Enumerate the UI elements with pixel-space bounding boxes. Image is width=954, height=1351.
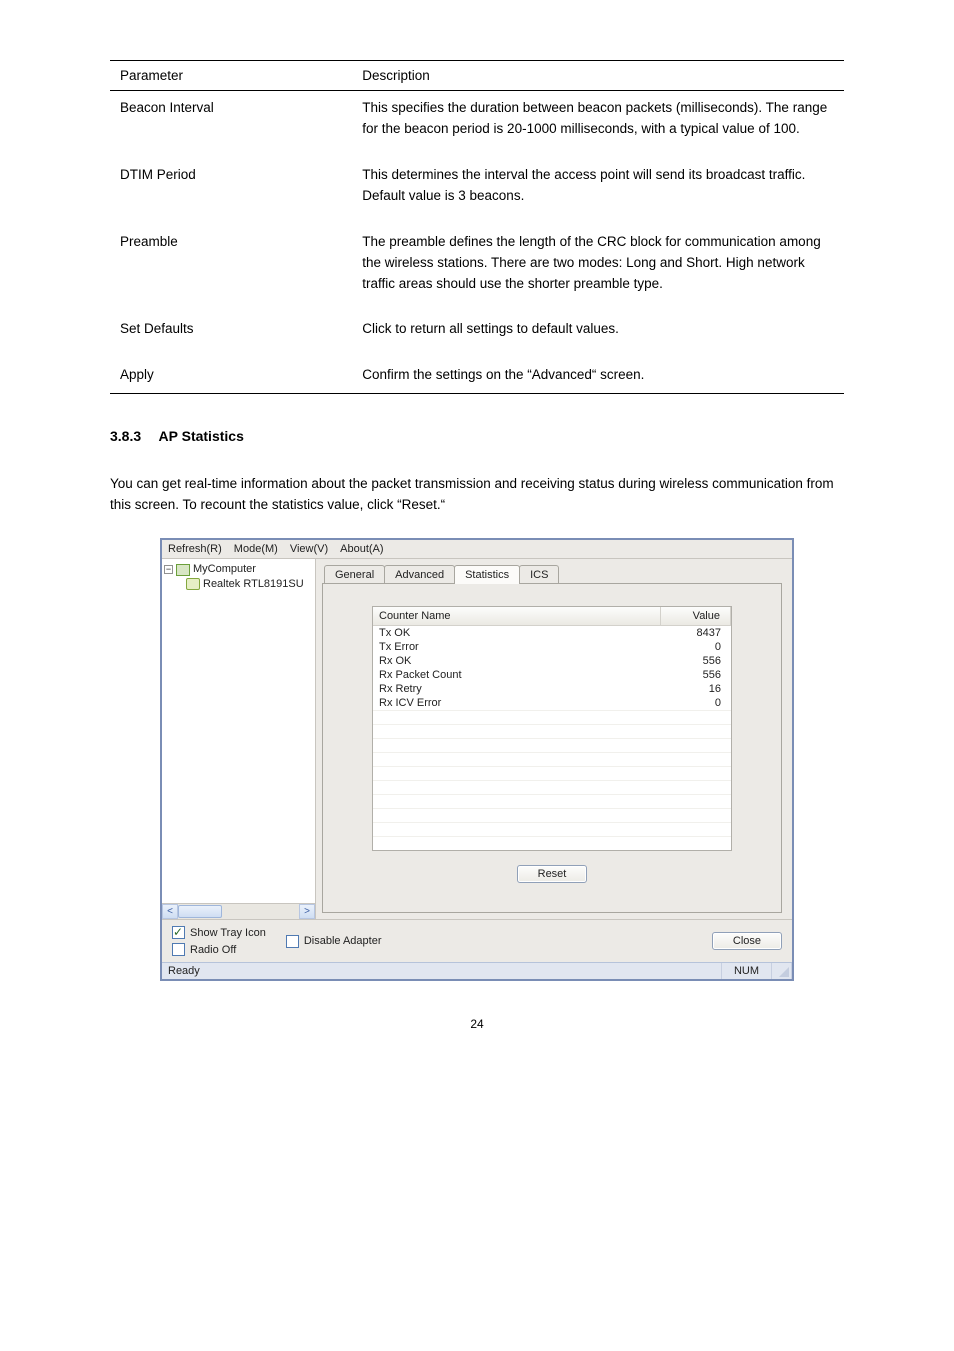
- param-name: DTIM Period: [110, 158, 352, 225]
- show-tray-label: Show Tray Icon: [190, 927, 266, 939]
- scroll-track[interactable]: [178, 904, 299, 919]
- tab-ics[interactable]: ICS: [519, 565, 559, 584]
- tab-body: Counter Name Value Tx OK 8437 Tx Error 0: [322, 583, 782, 913]
- counter-value: 16: [661, 682, 731, 696]
- list-item[interactable]: Rx OK 556: [373, 654, 731, 668]
- tabs: General Advanced Statistics ICS: [322, 565, 782, 584]
- computer-icon: [176, 564, 190, 576]
- checkbox-icon[interactable]: [286, 935, 299, 948]
- counter-name: Rx Retry: [373, 682, 661, 696]
- list-item[interactable]: Rx Retry 16: [373, 682, 731, 696]
- counter-value: 556: [661, 654, 731, 668]
- table-row: Beacon Interval This specifies the durat…: [110, 91, 844, 158]
- blank-rows: [373, 710, 731, 850]
- tab-advanced[interactable]: Advanced: [384, 565, 455, 584]
- header-parameter: Parameter: [110, 61, 352, 91]
- tab-statistics[interactable]: Statistics: [454, 565, 520, 584]
- list-item[interactable]: Tx Error 0: [373, 640, 731, 654]
- tree-pane: − MyComputer Realtek RTL8191SU < >: [162, 559, 316, 919]
- header-value[interactable]: Value: [661, 607, 731, 625]
- status-ready: Ready: [162, 963, 722, 979]
- close-button[interactable]: Close: [712, 932, 782, 950]
- section-number: 3.8.3: [110, 428, 141, 444]
- reset-button[interactable]: Reset: [517, 865, 588, 883]
- stats-rows: Tx OK 8437 Tx Error 0 Rx OK 556 Rx Pac: [373, 626, 731, 710]
- checkbox-icon[interactable]: [172, 943, 185, 956]
- app-window: Refresh(R) Mode(M) View(V) About(A) − My…: [160, 538, 794, 981]
- menu-refresh[interactable]: Refresh(R): [168, 543, 222, 555]
- tree-root[interactable]: − MyComputer: [164, 562, 313, 577]
- scroll-left-icon[interactable]: <: [162, 904, 178, 919]
- tab-general[interactable]: General: [324, 565, 385, 584]
- menu-view[interactable]: View(V): [290, 543, 328, 555]
- counter-name: Tx Error: [373, 640, 661, 654]
- param-name: Apply: [110, 358, 352, 393]
- header-description: Description: [352, 61, 844, 91]
- table-row: Set Defaults Click to return all setting…: [110, 312, 844, 358]
- table-row: DTIM Period This determines the interval…: [110, 158, 844, 225]
- param-desc: This specifies the duration between beac…: [352, 91, 844, 158]
- stats-header: Counter Name Value: [373, 607, 731, 626]
- list-item[interactable]: Rx ICV Error 0: [373, 696, 731, 710]
- param-desc: This determines the interval the access …: [352, 158, 844, 225]
- counter-value: 0: [661, 696, 731, 710]
- scroll-thumb[interactable]: [178, 905, 222, 918]
- param-desc: Click to return all settings to default …: [352, 312, 844, 358]
- tree-child[interactable]: Realtek RTL8191SU: [164, 577, 313, 592]
- table-row: Apply Confirm the settings on the “Advan…: [110, 358, 844, 393]
- menu-about[interactable]: About(A): [340, 543, 383, 555]
- counter-value: 556: [661, 668, 731, 682]
- intro-paragraph: You can get real-time information about …: [110, 474, 844, 516]
- status-num: NUM: [722, 963, 772, 979]
- bottom-bar: Show Tray Icon Radio Off Disable Adapter…: [162, 919, 792, 962]
- counter-name: Tx OK: [373, 626, 661, 640]
- resize-grip-icon[interactable]: [772, 963, 792, 979]
- counter-value: 8437: [661, 626, 731, 640]
- collapse-icon[interactable]: −: [164, 565, 173, 574]
- param-desc: Confirm the settings on the “Advanced“ s…: [352, 358, 844, 393]
- section-title: AP Statistics: [159, 428, 244, 444]
- tree-child-label: Realtek RTL8191SU: [203, 577, 304, 592]
- param-name: Preamble: [110, 225, 352, 313]
- content-pane: General Advanced Statistics ICS Counter …: [316, 559, 792, 919]
- header-counter-name[interactable]: Counter Name: [373, 607, 661, 625]
- stats-list[interactable]: Counter Name Value Tx OK 8437 Tx Error 0: [372, 606, 732, 851]
- page-number: 24: [110, 1017, 844, 1031]
- counter-name: Rx Packet Count: [373, 668, 661, 682]
- list-item[interactable]: Tx OK 8437: [373, 626, 731, 640]
- table-row: Preamble The preamble defines the length…: [110, 225, 844, 313]
- counter-name: Rx OK: [373, 654, 661, 668]
- radio-off-label: Radio Off: [190, 944, 236, 956]
- status-bar: Ready NUM: [162, 962, 792, 979]
- disable-adapter-label: Disable Adapter: [304, 935, 382, 947]
- counter-value: 0: [661, 640, 731, 654]
- counter-name: Rx ICV Error: [373, 696, 661, 710]
- menubar: Refresh(R) Mode(M) View(V) About(A): [162, 540, 792, 559]
- radio-off-checkbox[interactable]: Radio Off: [172, 943, 266, 956]
- parameter-table: Parameter Description Beacon Interval Th…: [110, 60, 844, 394]
- list-item[interactable]: Rx Packet Count 556: [373, 668, 731, 682]
- section-heading: 3.8.3 AP Statistics: [110, 428, 844, 444]
- horizontal-scrollbar[interactable]: < >: [162, 903, 315, 919]
- menu-mode[interactable]: Mode(M): [234, 543, 278, 555]
- disable-adapter-checkbox[interactable]: Disable Adapter: [286, 935, 382, 948]
- param-name: Set Defaults: [110, 312, 352, 358]
- param-name: Beacon Interval: [110, 91, 352, 158]
- param-desc: The preamble defines the length of the C…: [352, 225, 844, 313]
- adapter-icon: [186, 578, 200, 590]
- checkbox-icon[interactable]: [172, 926, 185, 939]
- show-tray-checkbox[interactable]: Show Tray Icon: [172, 926, 266, 939]
- tree-root-label: MyComputer: [193, 562, 256, 577]
- scroll-right-icon[interactable]: >: [299, 904, 315, 919]
